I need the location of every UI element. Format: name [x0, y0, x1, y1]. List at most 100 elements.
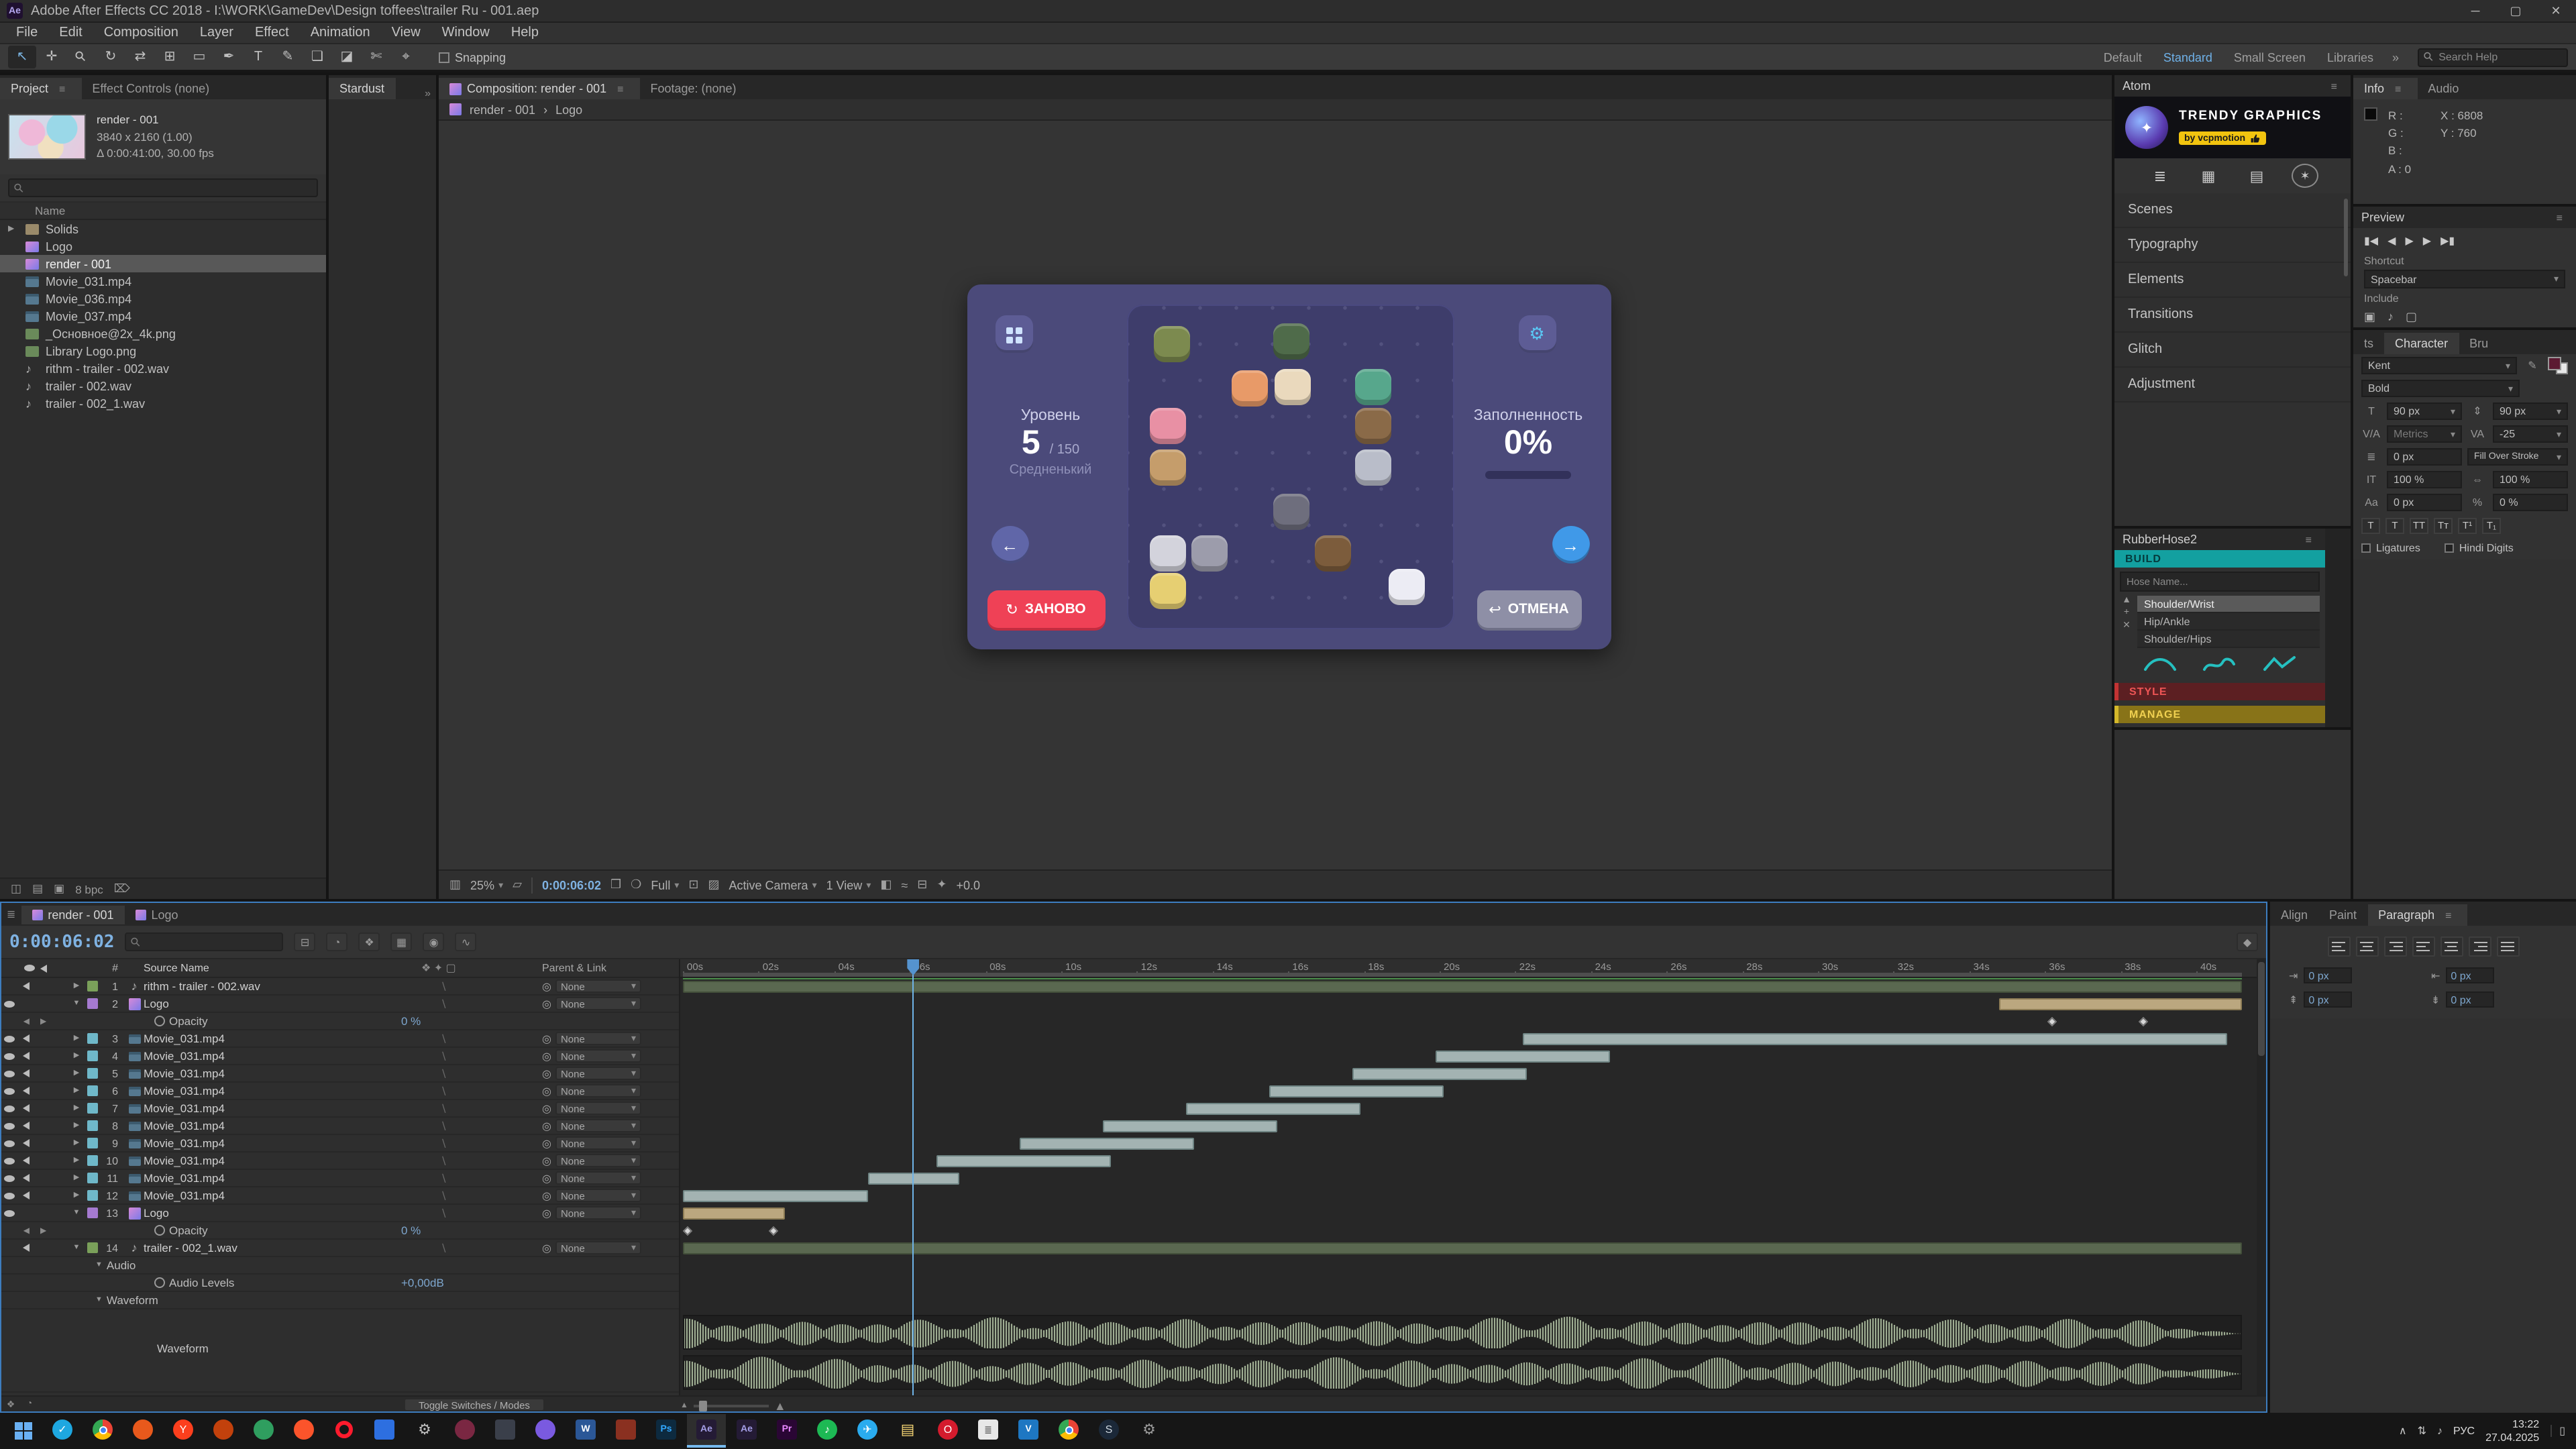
layer-expander[interactable]: ▶ [68, 1069, 85, 1077]
fill-color-swatch[interactable] [2548, 357, 2568, 374]
layer-row[interactable]: ▶1♪rithm - trailer - 002.wav∖◎None▾ [1, 978, 679, 996]
layer-switches[interactable]: ∖ [408, 1032, 542, 1044]
parent-pickwhip-icon[interactable]: ◎ [542, 1120, 551, 1132]
rubberhose-panel-title[interactable]: RubberHose2 [2123, 533, 2197, 546]
brush-tool[interactable]: ✎ [274, 46, 302, 68]
layer-switches[interactable]: ∖ [408, 1050, 542, 1062]
audio-toggle[interactable] [17, 1174, 34, 1182]
hide-shy-layers-icon[interactable]: ❖ [359, 932, 380, 951]
comp-marker-bin-icon[interactable]: ◆ [2237, 932, 2258, 951]
clip-bar[interactable] [1103, 1120, 1277, 1132]
align-left-button[interactable] [2327, 936, 2350, 957]
keyframe-diamond[interactable] [768, 1226, 777, 1235]
workspace-small-screen[interactable]: Small Screen [2223, 50, 2316, 64]
favorites-icon[interactable]: ✶ [2292, 164, 2318, 188]
current-time-indicator[interactable] [912, 959, 914, 1395]
menu-effect[interactable]: Effect [244, 25, 300, 40]
exposure-icon[interactable]: ✦ [936, 877, 947, 892]
preview-panel-title[interactable]: Preview [2361, 211, 2404, 224]
label-color[interactable] [85, 998, 101, 1009]
layer-expander[interactable]: ▶ [68, 1139, 85, 1147]
layer-expander[interactable]: ▶ [68, 1191, 85, 1199]
stopwatch-icon[interactable] [154, 1277, 165, 1288]
visibility-toggle[interactable] [1, 1175, 17, 1181]
audio-toggle[interactable] [17, 1052, 34, 1060]
timeline-footer-icon-1[interactable]: ❖ [1, 1399, 20, 1409]
pen-tool[interactable]: ✒ [215, 46, 243, 68]
parent-pickwhip-icon[interactable]: ◎ [542, 1172, 551, 1184]
layer-expander[interactable]: ▶ [68, 1174, 85, 1182]
visibility-toggle[interactable] [1, 1140, 17, 1146]
justify-last-center-button[interactable] [2440, 936, 2463, 957]
layer-row[interactable]: ▶11Movie_031.mp4∖◎None▾ [1, 1170, 679, 1187]
indent-left-field[interactable]: ⇥0 px [2289, 967, 2415, 983]
parent-select[interactable]: None▾ [555, 1154, 641, 1167]
telegram[interactable]: ✈ [848, 1414, 887, 1448]
property-name[interactable]: Opacity [169, 1224, 208, 1237]
layer-expander[interactable]: ▼ [68, 1000, 85, 1008]
tab-stardust[interactable]: Stardust [329, 78, 395, 99]
tab-project[interactable]: Project≡ [0, 78, 81, 99]
mask-visibility-icon[interactable]: ▱ [513, 877, 522, 892]
parent-pickwhip-icon[interactable]: ◎ [542, 998, 551, 1010]
brave[interactable] [284, 1414, 323, 1448]
label-color[interactable] [85, 1173, 101, 1183]
shape-tool[interactable]: ▭ [185, 46, 213, 68]
layer-switches[interactable]: ∖ [408, 1120, 542, 1132]
language-indicator[interactable]: РУС [2453, 1425, 2475, 1437]
layer-row[interactable]: ▶6Movie_031.mp4∖◎None▾ [1, 1083, 679, 1100]
selection-tool[interactable]: ↖ [8, 46, 36, 68]
templates-icon[interactable]: ▤ [2243, 164, 2270, 188]
sliders-icon[interactable]: ≣ [2147, 164, 2174, 188]
video-include-icon[interactable]: ▣ [2364, 309, 2375, 324]
parent-select[interactable]: None▾ [555, 1119, 641, 1132]
explorer[interactable]: ▤ [888, 1414, 927, 1448]
manage-section-header[interactable]: MANAGE [2114, 706, 2325, 723]
menu-file[interactable]: File [5, 25, 48, 40]
panel-menu-icon[interactable]: ≡ [2440, 909, 2457, 921]
keyframe-diamond[interactable] [2047, 1016, 2057, 1026]
zoom-slider[interactable] [694, 1405, 769, 1407]
comp-mini-flowchart-icon[interactable]: ⊟ [294, 932, 316, 951]
layer-expander[interactable]: ▶ [68, 1104, 85, 1112]
workspace-standard[interactable]: Standard [2153, 50, 2223, 64]
font-size-select[interactable]: 90 px▾ [2387, 402, 2462, 420]
menu-window[interactable]: Window [431, 25, 500, 40]
label-color[interactable] [85, 1120, 101, 1131]
layer-row[interactable]: ▶7Movie_031.mp4∖◎None▾ [1, 1100, 679, 1118]
layer-switches[interactable]: ∖ [408, 998, 542, 1010]
label-color[interactable] [85, 1190, 101, 1201]
property-name[interactable]: Waveform [107, 1293, 158, 1307]
workspace-overflow-icon[interactable]: » [2384, 50, 2407, 64]
add-preset-icon[interactable]: + [2124, 608, 2129, 617]
zoom-in-icon[interactable]: ▲ [774, 1399, 786, 1413]
start-button[interactable] [3, 1414, 42, 1448]
tsume-field[interactable]: 0 % [2493, 494, 2568, 511]
project-item-render-001[interactable]: render - 001 [0, 255, 326, 272]
last-frame-button[interactable]: ▶▮ [2440, 234, 2455, 246]
settings[interactable]: ⚙ [405, 1414, 444, 1448]
word[interactable]: W [566, 1414, 605, 1448]
notepad[interactable]: ≣ [969, 1414, 1008, 1448]
project-item--основное-2x-4k-png[interactable]: _Основное@2x_4k.png [0, 325, 326, 342]
first-frame-button[interactable]: ▮◀ [2364, 234, 2378, 246]
stroke-style-select[interactable]: Fill Over Stroke▾ [2467, 448, 2568, 466]
clone-stamp-tool[interactable]: ❏ [303, 46, 331, 68]
next-keyframe-icon[interactable]: ▶ [40, 1016, 46, 1026]
atom-category-typography[interactable]: Typography [2114, 228, 2351, 263]
atom-category-adjustment[interactable]: Adjustment [2114, 368, 2351, 402]
grid-icon[interactable]: ▦ [2195, 164, 2222, 188]
audio-toggle[interactable] [17, 1139, 34, 1147]
parent-pickwhip-icon[interactable]: ◎ [542, 1137, 551, 1149]
menu-animation[interactable]: Animation [300, 25, 381, 40]
layer-name[interactable]: Movie_031.mp4 [144, 1032, 408, 1045]
label-color[interactable] [85, 981, 101, 991]
interpret-footage-icon[interactable]: ◫ [11, 881, 21, 896]
audio-toggle[interactable] [17, 1104, 34, 1112]
label-color[interactable] [85, 1085, 101, 1096]
fill-color-box[interactable] [2548, 357, 2561, 370]
layer-switches[interactable]: ∖ [408, 1189, 542, 1201]
keyframe-navigator[interactable]: ◀▶ [1, 1016, 68, 1026]
tab-effect-controls[interactable]: Effect Controls (none) [81, 78, 220, 99]
leading-select[interactable]: 90 px▾ [2493, 402, 2568, 420]
